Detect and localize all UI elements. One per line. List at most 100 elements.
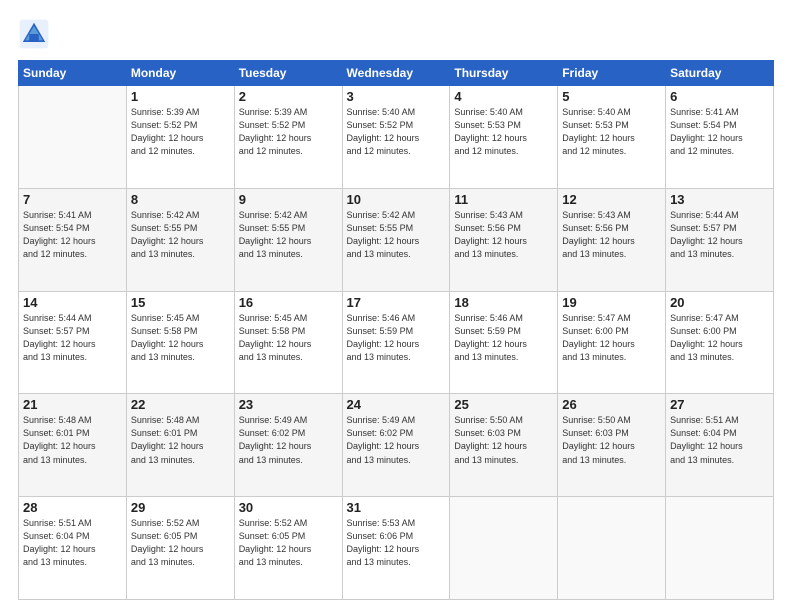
day-number: 3	[347, 89, 446, 104]
day-number: 30	[239, 500, 338, 515]
day-info: Sunrise: 5:40 AM Sunset: 5:53 PM Dayligh…	[562, 106, 661, 158]
day-info: Sunrise: 5:42 AM Sunset: 5:55 PM Dayligh…	[347, 209, 446, 261]
day-info: Sunrise: 5:51 AM Sunset: 6:04 PM Dayligh…	[23, 517, 122, 569]
calendar-cell: 13 Sunrise: 5:44 AM Sunset: 5:57 PM Dayli…	[666, 188, 774, 291]
calendar-week-row: 28 Sunrise: 5:51 AM Sunset: 6:04 PM Dayli…	[19, 497, 774, 600]
calendar-cell: 9 Sunrise: 5:42 AM Sunset: 5:55 PM Daylig…	[234, 188, 342, 291]
calendar-header-monday: Monday	[126, 61, 234, 86]
calendar-cell: 16Sunrise: 5:45 AM Sunset: 5:58 PM Dayli…	[234, 291, 342, 394]
calendar-week-row: 1 Sunrise: 5:39 AM Sunset: 5:52 PM Daylig…	[19, 86, 774, 189]
calendar-cell: 30Sunrise: 5:52 AM Sunset: 6:05 PM Dayli…	[234, 497, 342, 600]
calendar-header-sunday: Sunday	[19, 61, 127, 86]
day-number: 14	[23, 295, 122, 310]
day-number: 28	[23, 500, 122, 515]
calendar-cell: 1 Sunrise: 5:39 AM Sunset: 5:52 PM Daylig…	[126, 86, 234, 189]
calendar-cell: 24 Sunrise: 5:49 AM Sunset: 6:02 PM Dayli…	[342, 394, 450, 497]
calendar-header-friday: Friday	[558, 61, 666, 86]
day-number: 19	[562, 295, 661, 310]
calendar-header-saturday: Saturday	[666, 61, 774, 86]
calendar-cell: 5 Sunrise: 5:40 AM Sunset: 5:53 PM Daylig…	[558, 86, 666, 189]
day-info: Sunrise: 5:40 AM Sunset: 5:53 PM Dayligh…	[454, 106, 553, 158]
calendar-cell: 12 Sunrise: 5:43 AM Sunset: 5:56 PM Dayli…	[558, 188, 666, 291]
calendar-cell: 10 Sunrise: 5:42 AM Sunset: 5:55 PM Dayli…	[342, 188, 450, 291]
day-number: 12	[562, 192, 661, 207]
day-number: 11	[454, 192, 553, 207]
day-number: 20	[670, 295, 769, 310]
calendar-cell: 19 Sunrise: 5:47 AM Sunset: 6:00 PM Dayli…	[558, 291, 666, 394]
day-number: 31	[347, 500, 446, 515]
day-info: Sunrise: 5:48 AM Sunset: 6:01 PM Dayligh…	[23, 414, 122, 466]
calendar-header-tuesday: Tuesday	[234, 61, 342, 86]
page: SundayMondayTuesdayWednesdayThursdayFrid…	[0, 0, 792, 612]
calendar-cell: 29Sunrise: 5:52 AM Sunset: 6:05 PM Dayli…	[126, 497, 234, 600]
calendar-cell: 20Sunrise: 5:47 AM Sunset: 6:00 PM Dayli…	[666, 291, 774, 394]
calendar-cell: 23Sunrise: 5:49 AM Sunset: 6:02 PM Dayli…	[234, 394, 342, 497]
day-info: Sunrise: 5:41 AM Sunset: 5:54 PM Dayligh…	[670, 106, 769, 158]
day-number: 13	[670, 192, 769, 207]
day-number: 4	[454, 89, 553, 104]
day-number: 9	[239, 192, 338, 207]
day-number: 29	[131, 500, 230, 515]
day-info: Sunrise: 5:49 AM Sunset: 6:02 PM Dayligh…	[347, 414, 446, 466]
day-info: Sunrise: 5:49 AM Sunset: 6:02 PM Dayligh…	[239, 414, 338, 466]
calendar-cell	[19, 86, 127, 189]
calendar-header-row: SundayMondayTuesdayWednesdayThursdayFrid…	[19, 61, 774, 86]
calendar-cell: 4 Sunrise: 5:40 AM Sunset: 5:53 PM Daylig…	[450, 86, 558, 189]
day-info: Sunrise: 5:47 AM Sunset: 6:00 PM Dayligh…	[562, 312, 661, 364]
calendar-header-thursday: Thursday	[450, 61, 558, 86]
day-number: 24	[347, 397, 446, 412]
calendar-week-row: 21Sunrise: 5:48 AM Sunset: 6:01 PM Dayli…	[19, 394, 774, 497]
logo	[18, 18, 56, 50]
calendar-cell: 2 Sunrise: 5:39 AM Sunset: 5:52 PM Daylig…	[234, 86, 342, 189]
day-number: 22	[131, 397, 230, 412]
day-number: 10	[347, 192, 446, 207]
calendar-cell: 22Sunrise: 5:48 AM Sunset: 6:01 PM Dayli…	[126, 394, 234, 497]
day-info: Sunrise: 5:40 AM Sunset: 5:52 PM Dayligh…	[347, 106, 446, 158]
calendar-cell	[450, 497, 558, 600]
day-info: Sunrise: 5:46 AM Sunset: 5:59 PM Dayligh…	[347, 312, 446, 364]
day-info: Sunrise: 5:45 AM Sunset: 5:58 PM Dayligh…	[131, 312, 230, 364]
calendar-cell	[558, 497, 666, 600]
calendar-cell: 25Sunrise: 5:50 AM Sunset: 6:03 PM Dayli…	[450, 394, 558, 497]
day-info: Sunrise: 5:41 AM Sunset: 5:54 PM Dayligh…	[23, 209, 122, 261]
day-info: Sunrise: 5:51 AM Sunset: 6:04 PM Dayligh…	[670, 414, 769, 466]
day-number: 1	[131, 89, 230, 104]
calendar-cell: 31Sunrise: 5:53 AM Sunset: 6:06 PM Dayli…	[342, 497, 450, 600]
day-info: Sunrise: 5:39 AM Sunset: 5:52 PM Dayligh…	[131, 106, 230, 158]
calendar-cell: 28 Sunrise: 5:51 AM Sunset: 6:04 PM Dayli…	[19, 497, 127, 600]
day-info: Sunrise: 5:43 AM Sunset: 5:56 PM Dayligh…	[454, 209, 553, 261]
day-number: 17	[347, 295, 446, 310]
day-number: 15	[131, 295, 230, 310]
calendar-cell: 11 Sunrise: 5:43 AM Sunset: 5:56 PM Dayli…	[450, 188, 558, 291]
day-info: Sunrise: 5:45 AM Sunset: 5:58 PM Dayligh…	[239, 312, 338, 364]
day-number: 5	[562, 89, 661, 104]
day-info: Sunrise: 5:39 AM Sunset: 5:52 PM Dayligh…	[239, 106, 338, 158]
calendar-header-wednesday: Wednesday	[342, 61, 450, 86]
day-number: 7	[23, 192, 122, 207]
day-number: 27	[670, 397, 769, 412]
day-info: Sunrise: 5:42 AM Sunset: 5:55 PM Dayligh…	[239, 209, 338, 261]
header	[18, 18, 774, 50]
calendar-cell: 3 Sunrise: 5:40 AM Sunset: 5:52 PM Daylig…	[342, 86, 450, 189]
day-number: 26	[562, 397, 661, 412]
day-info: Sunrise: 5:44 AM Sunset: 5:57 PM Dayligh…	[670, 209, 769, 261]
logo-icon	[18, 18, 50, 50]
calendar-cell: 27 Sunrise: 5:51 AM Sunset: 6:04 PM Dayli…	[666, 394, 774, 497]
day-info: Sunrise: 5:44 AM Sunset: 5:57 PM Dayligh…	[23, 312, 122, 364]
calendar-cell: 14 Sunrise: 5:44 AM Sunset: 5:57 PM Dayli…	[19, 291, 127, 394]
day-number: 18	[454, 295, 553, 310]
day-number: 2	[239, 89, 338, 104]
day-info: Sunrise: 5:46 AM Sunset: 5:59 PM Dayligh…	[454, 312, 553, 364]
day-info: Sunrise: 5:43 AM Sunset: 5:56 PM Dayligh…	[562, 209, 661, 261]
day-info: Sunrise: 5:42 AM Sunset: 5:55 PM Dayligh…	[131, 209, 230, 261]
calendar-cell: 7 Sunrise: 5:41 AM Sunset: 5:54 PM Daylig…	[19, 188, 127, 291]
calendar-cell: 26 Sunrise: 5:50 AM Sunset: 6:03 PM Dayli…	[558, 394, 666, 497]
calendar-cell: 8 Sunrise: 5:42 AM Sunset: 5:55 PM Daylig…	[126, 188, 234, 291]
day-number: 8	[131, 192, 230, 207]
calendar-week-row: 7 Sunrise: 5:41 AM Sunset: 5:54 PM Daylig…	[19, 188, 774, 291]
calendar-cell: 21Sunrise: 5:48 AM Sunset: 6:01 PM Dayli…	[19, 394, 127, 497]
day-info: Sunrise: 5:50 AM Sunset: 6:03 PM Dayligh…	[454, 414, 553, 466]
calendar-cell: 17 Sunrise: 5:46 AM Sunset: 5:59 PM Dayli…	[342, 291, 450, 394]
day-info: Sunrise: 5:50 AM Sunset: 6:03 PM Dayligh…	[562, 414, 661, 466]
calendar-cell: 6Sunrise: 5:41 AM Sunset: 5:54 PM Daylig…	[666, 86, 774, 189]
